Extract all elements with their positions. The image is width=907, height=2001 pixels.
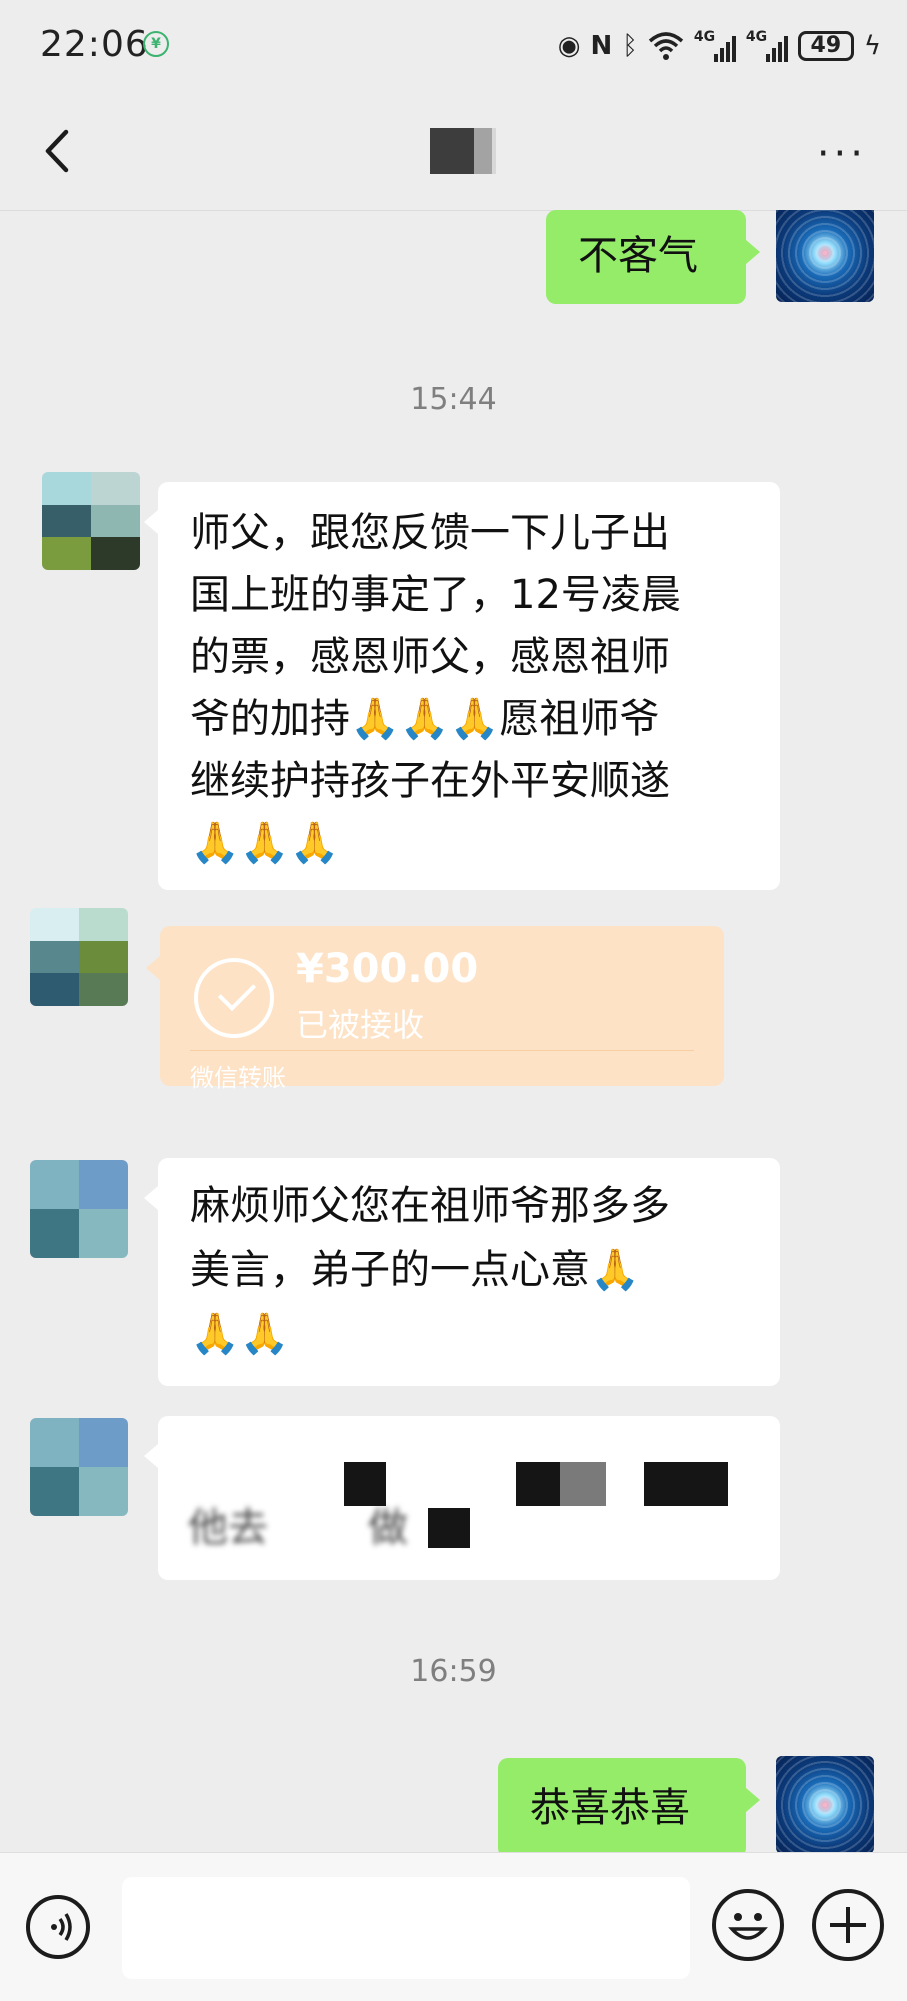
divider <box>190 1050 694 1051</box>
coin-app-icon: ¥ <box>143 31 169 57</box>
plus-icon[interactable] <box>812 1889 884 1961</box>
message-line: 师父，跟您反馈一下儿子出 <box>190 510 670 556</box>
transfer-status: 已被接收 <box>296 1006 425 1044</box>
received-message[interactable]: 他去 做 <box>144 1416 780 1580</box>
sent-message[interactable]: 恭喜恭喜 <box>498 1758 760 1852</box>
message-line: 麻烦师父您在祖师爷那多多 <box>190 1183 670 1229</box>
more-icon[interactable]: ··· <box>817 134 867 174</box>
timestamp: 16:59 <box>410 1654 497 1689</box>
contact-name-redacted-edge <box>474 128 496 174</box>
message-line: 🙏🙏🙏 <box>190 820 340 866</box>
message-line: 🙏🙏 <box>190 1311 290 1357</box>
redaction-block <box>344 1462 386 1506</box>
contact-avatar[interactable] <box>42 472 140 570</box>
eye-icon: ◉ <box>557 31 581 61</box>
status-time: 22:06 <box>40 24 149 65</box>
message-text: 恭喜恭喜 <box>530 1785 690 1831</box>
contact-avatar[interactable] <box>30 1418 128 1516</box>
contact-avatar[interactable] <box>30 908 128 1006</box>
message-list[interactable]: 不客气 15:44 师父，跟您反馈一下儿子出 国上班的事定了，12号凌晨 的票，… <box>0 210 907 1852</box>
check-circle-icon <box>194 958 274 1038</box>
voice-icon[interactable] <box>26 1895 90 1959</box>
message-line: 的票，感恩师父，感恩祖师 <box>190 634 670 680</box>
redaction-block <box>428 1508 470 1548</box>
sent-message[interactable]: 不客气 <box>546 210 760 304</box>
timestamp: 15:44 <box>410 382 497 417</box>
battery-icon: 49 <box>797 31 854 61</box>
received-message[interactable]: 师父，跟您反馈一下儿子出 国上班的事定了，12号凌晨 的票，感恩师父，感恩祖师 … <box>144 482 780 890</box>
transfer-card[interactable]: ¥300.00 已被接收 微信转账 <box>146 926 724 1092</box>
transfer-amount: ¥300.00 <box>296 946 479 992</box>
message-line: 国上班的事定了，12号凌晨 <box>190 572 681 618</box>
message-line: 爷的加持🙏🙏🙏愿祖师爷 <box>190 696 660 742</box>
wifi-icon <box>648 32 683 60</box>
redaction-block <box>560 1462 606 1506</box>
redaction-block <box>644 1462 728 1506</box>
message-text: 不客气 <box>578 233 698 279</box>
my-avatar[interactable] <box>776 210 874 302</box>
nfc-icon: N <box>590 31 613 61</box>
status-bar: 22:06 ¥ ◉ N ᛒ 4G 4G 49 ϟ <box>0 0 907 92</box>
contact-avatar[interactable] <box>30 1160 128 1258</box>
message-line: 他去 <box>188 1505 268 1551</box>
message-line: 美言，弟子的一点心意🙏 <box>190 1247 640 1293</box>
emoji-icon[interactable] <box>712 1889 784 1961</box>
message-input[interactable] <box>122 1877 690 1979</box>
my-avatar[interactable] <box>776 1756 874 1852</box>
received-message[interactable]: 麻烦师父您在祖师爷那多多 美言，弟子的一点心意🙏 🙏🙏 <box>144 1158 780 1386</box>
signal-icon: 4G <box>746 28 788 64</box>
message-line: 继续护持孩子在外平安顺遂 <box>190 758 670 804</box>
charging-icon: ϟ <box>863 31 881 61</box>
chevron-left-icon[interactable] <box>36 128 82 174</box>
redaction-block <box>516 1462 560 1506</box>
status-icons: ◉ N ᛒ 4G 4G 49 ϟ <box>558 26 881 66</box>
signal-icon: 4G <box>694 28 736 64</box>
bluetooth-icon: ᛒ <box>622 31 638 61</box>
input-bar <box>0 1852 907 2001</box>
transfer-source: 微信转账 <box>190 1064 286 1092</box>
chat-header: ··· <box>0 92 907 211</box>
